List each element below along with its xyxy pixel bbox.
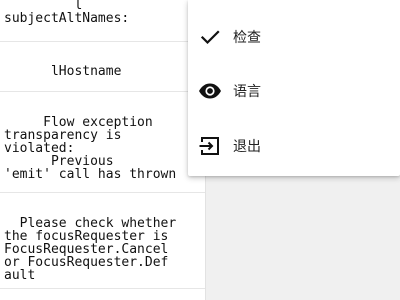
- list-item-text: lHostname: [4, 64, 122, 79]
- menu-item-label: 语言: [233, 84, 261, 100]
- text-list: l subjectAltNames: lHostname Flow except…: [0, 0, 206, 300]
- menu-item-label: 退出: [233, 139, 261, 155]
- exit-icon: [198, 134, 222, 158]
- list-item[interactable]: lHostname: [0, 42, 205, 92]
- menu-item-exit[interactable]: 退出: [188, 119, 400, 173]
- eye-icon: [198, 79, 222, 103]
- menu-item-language[interactable]: 语言: [188, 64, 400, 118]
- menu-item-label: 检查: [233, 30, 261, 46]
- list-item[interactable]: Flow exception transparency is violated:…: [0, 92, 205, 193]
- list-item[interactable]: Please check whether the focusRequester …: [0, 193, 205, 289]
- list-item[interactable]: [0, 289, 205, 300]
- check-icon: [198, 25, 222, 49]
- list-item-text: l subjectAltNames:: [4, 0, 130, 26]
- list-item[interactable]: l subjectAltNames:: [0, 0, 205, 42]
- background-area: [206, 180, 400, 300]
- dropdown-menu: 检查 语言 退出: [188, 0, 400, 176]
- menu-item-check[interactable]: 检查: [188, 10, 400, 64]
- list-item-text: Flow exception transparency is violated:…: [4, 115, 177, 182]
- list-item-text: Please check whether the focusRequester …: [4, 216, 177, 283]
